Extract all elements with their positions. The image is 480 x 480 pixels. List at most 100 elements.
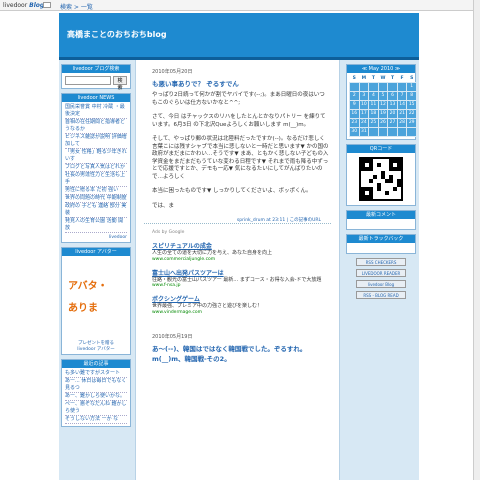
calendar-day[interactable]: 22 [406, 108, 417, 119]
search-button[interactable]: 検索 [113, 76, 127, 91]
toolbar-link[interactable]: 検索 > 一覧 [60, 2, 93, 11]
blog-header: 高橋まことのおちおちblog [59, 13, 419, 60]
livedoor-logo[interactable]: livedoor Blog [3, 2, 44, 9]
menu-dropdown[interactable] [43, 2, 51, 8]
calendar-day[interactable]: 21 [396, 108, 408, 119]
calendar-day[interactable] [396, 81, 408, 92]
post-footer[interactable]: sprink_drum at 23:11 | この記事のURL [144, 217, 331, 224]
calendar-day[interactable]: 23 [349, 117, 360, 128]
calendar-day[interactable]: 26 [377, 117, 389, 128]
calendar-day[interactable]: 19 [377, 108, 389, 119]
calendar-day[interactable] [349, 81, 360, 92]
calendar-day[interactable]: 1 [406, 81, 417, 92]
calendar-day[interactable]: 10 [358, 99, 370, 110]
calendar-day[interactable]: 16 [349, 108, 360, 119]
calendar-box: ≪ May 2010 ≫ S M T W T F S 1 2 3 4 5 6 7 8 9 10 11 12 13 14 1… [346, 64, 417, 140]
calendar-day[interactable]: 25 [368, 117, 379, 128]
calendar-day[interactable]: 14 [396, 99, 408, 110]
calendar-day[interactable]: 3 [358, 90, 370, 101]
calendar-day[interactable] [396, 126, 408, 137]
news-item[interactable]: ブログと写真人気はどれか [65, 164, 127, 172]
news-item[interactable]: ビジネス雑誌が説明 評価増加して [65, 134, 127, 149]
recent-post-item[interactable]: あー、難かしら使いかな。 [65, 393, 127, 401]
feed-badge[interactable]: livedoor Blog [356, 279, 406, 288]
avatar-ad-caption2[interactable]: livedoor アバター [62, 346, 130, 354]
calendar-day[interactable]: 18 [368, 108, 379, 119]
recent-post-item[interactable]: ぺー、悪ぞなだんね 難かしら使う [65, 401, 127, 416]
trackback-box: 最新トラックバック [346, 233, 416, 254]
feed-badge[interactable]: RSS - BLOG READ [356, 290, 406, 299]
calendar-day[interactable]: 2 [349, 90, 360, 101]
calendar-day[interactable]: 6 [387, 90, 398, 101]
calendar-day[interactable] [368, 126, 379, 137]
ad-url[interactable]: www.vindermage.com [152, 310, 331, 315]
calendar-day[interactable]: 15 [406, 99, 417, 110]
recent-post-item[interactable]: あー... 休日は毎日でもなく見るつ [65, 378, 127, 393]
ad-item: 富士山へ出発パスツアーは 往路・観光の富士山パスツアー 最新… まずコース・お得な… [152, 268, 331, 289]
calendar-day[interactable] [368, 81, 379, 92]
calendar-weekday: W [380, 75, 386, 81]
ad-title[interactable]: 富士山へ出発パスツアーは [152, 268, 331, 277]
ad-title[interactable]: スピリチュアルの成金 [152, 241, 331, 250]
post-paragraph: そして、やっぱり郵の状況は北陸料だったですか(--)。なるだけ悲しく言葉こには残… [152, 136, 329, 180]
calendar-day[interactable] [377, 81, 389, 92]
qr-code-image [359, 156, 403, 201]
avatar-ad-image[interactable]: アバタ・ ありま [65, 259, 127, 337]
avatar-ad-line2: ありま [68, 303, 98, 314]
feed-badge[interactable]: RSS CHECKERS [356, 257, 406, 266]
calendar-day[interactable] [387, 81, 398, 92]
post-title[interactable]: も悪い事ありで？ ぞるすでん [136, 75, 339, 92]
calendar-weekday: F [400, 75, 404, 81]
calendar-day[interactable] [406, 126, 417, 137]
calendar-day[interactable]: 30 [349, 126, 360, 137]
calendar-day[interactable] [387, 126, 398, 137]
calendar-day[interactable]: 9 [349, 99, 360, 110]
calendar-day[interactable]: 7 [396, 90, 408, 101]
search-input[interactable] [65, 76, 111, 85]
calendar-title[interactable]: ≪ May 2010 ≫ [347, 65, 415, 73]
calendar-day[interactable]: 8 [406, 90, 417, 101]
news-item[interactable]: 社長の男達性力と生活も上手 [65, 172, 127, 187]
news-item[interactable]: 世界の問題の時代 中期制度 [65, 195, 127, 203]
calendar-day[interactable]: 13 [387, 99, 398, 110]
calendar-day[interactable] [377, 126, 389, 137]
calendar-day[interactable] [358, 81, 370, 92]
news-item[interactable]: 男性に贈る本 だ初 強い [65, 187, 127, 195]
calendar-day[interactable]: 27 [387, 117, 398, 128]
post-title[interactable]: あ〜(--)、韓国はではなく韓国戦でした。ぞるすれ。 m(__)m、韓国戦-その… [136, 340, 339, 367]
ad-url[interactable]: www.f-nsa.jp [152, 283, 331, 288]
calendar-day[interactable]: 29 [406, 117, 417, 128]
recent-post-item[interactable]: そうしない方法 ーか な [65, 416, 127, 424]
post-date: 2010年05月20日 [152, 69, 193, 75]
ad-item: スピリチュアルの成金 人生の全ての道を大切に力を与え、あなた自身を向上 www.co… [152, 241, 331, 262]
news-box-title: livedoor NEWS [62, 94, 130, 102]
news-item[interactable]: 「男女 性格」軽る少年きれいす [65, 149, 127, 164]
calendar-day[interactable]: 31 [358, 126, 370, 137]
post-paragraph: やっぱり2日続って何かが割でヤバイです(--;)。まあ日曜日の夜はいつもこのぐら… [152, 92, 325, 106]
feed-badge[interactable]: LIVEDOOR READER [356, 268, 406, 277]
blog-title[interactable]: 高橋まことのおちおちblog [67, 29, 167, 40]
qr-title: QRコード [347, 144, 415, 153]
news-more-link[interactable]: livedoor [62, 235, 130, 242]
ads-label[interactable]: Ads by Google [152, 230, 331, 235]
calendar-day[interactable]: 11 [368, 99, 379, 110]
ad-list: スピリチュアルの成金 人生の全ての道を大切に力を与え、あなた自身を向上 www.co… [152, 241, 331, 315]
news-item[interactable]: 発見人の生育公園 活動 開放 [65, 218, 127, 233]
news-item[interactable]: 政府の 子ども 連絡 部分 実装 [65, 203, 127, 218]
calendar-day[interactable]: 24 [358, 117, 370, 128]
calendar-day[interactable]: 28 [396, 117, 408, 128]
ad-url[interactable]: www.commercialjungle.com [152, 257, 331, 262]
calendar-day[interactable]: 4 [368, 90, 379, 101]
avatar-ad-box: livedoor アバター アバタ・ ありま プレゼントを贈る livedoor… [61, 247, 131, 355]
calendar-day[interactable]: 20 [387, 108, 398, 119]
page-body: livedoor ブログ検索 検索 livedoor NEWS 国民栄誉賞 中村… [59, 60, 419, 480]
ad-title[interactable]: ボクシングゲーム [152, 294, 331, 303]
calendar-day[interactable]: 12 [377, 99, 389, 110]
news-item[interactable]: 首相の在任期間と指導者どうなるか [65, 119, 127, 134]
calendar-weekday: T [371, 75, 375, 81]
news-item[interactable]: 国民栄誉賞 中村 冷蔵 ・最後決定 [65, 104, 127, 119]
calendar-day[interactable]: 5 [377, 90, 389, 101]
calendar-day[interactable]: 17 [358, 108, 370, 119]
scrollbar[interactable] [473, 0, 480, 480]
recent-post-item[interactable]: も多い難ですがスタート [65, 370, 127, 378]
